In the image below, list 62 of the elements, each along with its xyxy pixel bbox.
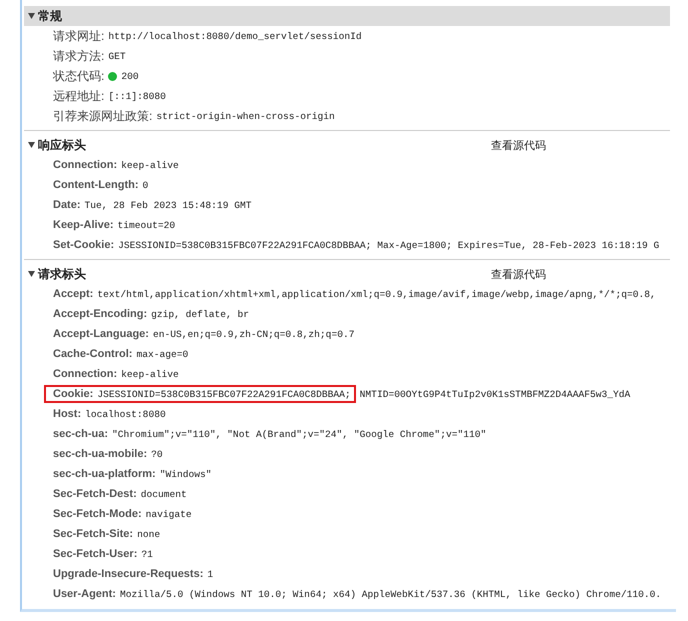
header-name: Cookie: — [53, 388, 94, 400]
header-value: [::1]:8080 — [108, 90, 166, 102]
header-value: en-US,en;q=0.9,zh-CN;q=0.8,zh;q=0.7 — [152, 328, 354, 340]
header-value: GET — [108, 50, 126, 62]
header-name: sec-ch-ua-mobile: — [53, 448, 148, 460]
header-name: 引荐来源网址政策: — [53, 108, 152, 124]
header-value: JSESSIONID=538C0B315FBC07F22A291FCA0C8DBBAA; — [97, 388, 351, 400]
header-value: keep-alive — [121, 368, 179, 380]
header-name: Accept-Encoding: — [53, 308, 148, 320]
header-value: document — [140, 488, 187, 500]
header-value: http://localhost:8080/demo_servlet/sessionId — [108, 30, 362, 42]
header-value: none — [137, 528, 160, 540]
header-name: 远程地址: — [53, 88, 104, 104]
header-value: max-age=0 — [136, 348, 188, 360]
header-value: ?0 — [151, 448, 163, 460]
header-name: Date: — [53, 199, 81, 211]
header-name: Connection: — [53, 368, 118, 380]
header-name: Cache-Control: — [53, 348, 132, 360]
header-name: 请求方法: — [53, 48, 104, 64]
header-name: sec-ch-ua-platform: — [53, 468, 156, 480]
header-name: Content-Length: — [53, 179, 139, 191]
header-value: timeout=20 — [118, 220, 176, 230]
header-name: Sec-Fetch-Site: — [53, 528, 134, 540]
header-name: Host: — [53, 408, 82, 420]
header-value: 1 — [207, 568, 214, 580]
header-value: 200 — [121, 70, 139, 82]
header-name: Sec-Fetch-Mode: — [53, 508, 142, 520]
expand-triangle-icon[interactable] — [28, 271, 35, 277]
section-title: 请求标头 — [38, 266, 86, 282]
header-value: gzip, deflate, br — [151, 308, 249, 320]
header-value: navigate — [146, 508, 192, 520]
header-name: Keep-Alive: — [53, 219, 114, 231]
header-name: Sec-Fetch-User: — [53, 548, 138, 560]
header-name: 状态代码: — [53, 68, 104, 84]
header-value: localhost:8080 — [85, 408, 166, 420]
header-value: 0 — [142, 180, 148, 190]
header-value: Mozilla/5.0 (Windows NT 10.0; Win64; x64) AppleWebKit/537.36 (KHTML, like Gecko) Chrome/110.0. — [120, 588, 662, 600]
header-name: Set-Cookie: — [53, 239, 114, 251]
header-value: ?1 — [141, 548, 153, 560]
section-header[interactable]: 常规 — [24, 6, 670, 26]
section-title: 常规 — [38, 8, 62, 24]
view-source-link[interactable]: 查看源代码 — [491, 266, 546, 282]
header-name: Accept-Language: — [53, 328, 149, 340]
expand-triangle-icon[interactable] — [28, 13, 35, 19]
header-name: sec-ch-ua: — [53, 428, 108, 440]
header-value: "Windows" — [160, 468, 212, 480]
header-value: NMTID=00OYtG9P4tTuIp2v0K1sSTMBFMZ2D4AAAF5w3_YdA — [360, 388, 630, 400]
header-value: strict-origin-when-cross-origin — [156, 110, 335, 122]
expand-triangle-icon[interactable] — [28, 142, 35, 148]
section-title: 响应标头 — [38, 136, 86, 154]
header-value: JSESSIONID=538C0B315FBC07F22A291FCA0C8DBBAA; Max-Age=1800; Expires=Tue, 28-Feb-2023 16:18:19 G — [118, 240, 660, 250]
header-name: Upgrade-Insecure-Requests: — [53, 568, 204, 580]
header-value: text/html,application/xhtml+xml,application/xml;q=0.9,image/avif,image/webp,image/apng,*/*;q=0.8, — [97, 288, 656, 300]
header-name: 请求网址: — [53, 28, 104, 44]
header-name: Accept: — [53, 288, 94, 300]
header-name: Connection: — [53, 159, 118, 171]
view-source-link[interactable]: 查看源代码 — [491, 138, 546, 152]
header-value: Tue, 28 Feb 2023 15:48:19 GMT — [84, 200, 252, 210]
header-value: "Chromium";v="110", "Not A(Brand";v="24", "Google Chrome";v="110" — [112, 428, 486, 440]
header-name: Sec-Fetch-Dest: — [53, 488, 137, 500]
header-name: User-Agent: — [53, 588, 116, 600]
header-value: keep-alive — [121, 160, 179, 170]
